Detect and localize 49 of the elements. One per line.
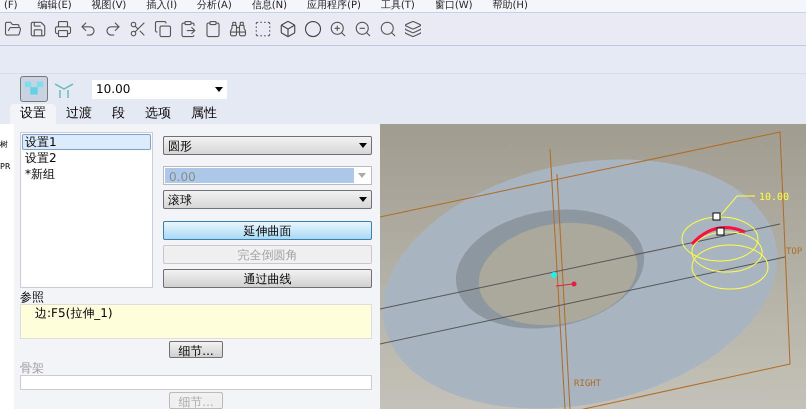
redo-icon[interactable] [104, 20, 122, 38]
printer-icon[interactable] [54, 20, 72, 38]
shape-dropdown[interactable]: 圆形 [163, 136, 372, 155]
menu-item[interactable]: 插入(I) [146, 0, 178, 12]
set-item[interactable]: 设置2 [22, 150, 151, 166]
fillet-set-icon[interactable] [20, 76, 48, 102]
menu-item[interactable]: 信息(N) [252, 0, 288, 12]
tab[interactable]: 过渡 [56, 104, 102, 124]
menu-item[interactable]: 帮助(H) [492, 0, 528, 12]
menu-item[interactable]: 视图(V) [92, 0, 126, 12]
radius-dropdown[interactable]: 10.00 [92, 80, 227, 98]
layers-icon[interactable] [404, 20, 422, 38]
plane-label: TOP [786, 247, 802, 257]
binoculars-icon[interactable] [229, 20, 247, 38]
skeleton-label: 骨架 [20, 361, 45, 375]
tab[interactable]: 属性 [181, 104, 227, 124]
save-icon[interactable] [29, 20, 47, 38]
zoom-fit-icon[interactable] [379, 20, 397, 38]
undo-icon[interactable] [79, 20, 97, 38]
sphere-icon[interactable] [304, 20, 322, 38]
clipboard-icon[interactable] [204, 20, 222, 38]
option-button[interactable]: 延伸曲面 [163, 221, 372, 240]
selection-box-icon[interactable] [254, 20, 272, 38]
references-label: 参照 [20, 290, 45, 304]
details-button[interactable]: 细节... [169, 341, 223, 358]
folder-open-icon[interactable] [4, 20, 22, 38]
tree-label: 树 [0, 140, 9, 150]
csys-icon [551, 272, 576, 286]
tab[interactable]: 设置 [10, 104, 56, 124]
set-item[interactable]: *新组 [22, 166, 151, 182]
tab[interactable]: 段 [102, 104, 135, 124]
paste-icon[interactable] [179, 20, 197, 38]
plane-label: RIGHT [574, 379, 602, 389]
menu-item[interactable]: 分析(A) [197, 0, 232, 12]
zoom-in-icon[interactable] [329, 20, 347, 38]
copy-icon[interactable] [154, 20, 172, 38]
menu-item[interactable]: 编辑(E) [38, 0, 72, 12]
set-item[interactable]: 设置1 [22, 134, 151, 150]
menu-item[interactable]: (F) [4, 0, 18, 12]
menu-item[interactable]: 工具(T) [380, 0, 415, 12]
zoom-out-icon[interactable] [354, 20, 372, 38]
cube-icon[interactable] [279, 20, 297, 38]
option-button[interactable]: 通过曲线 [163, 269, 372, 288]
tab[interactable]: 选项 [135, 104, 181, 124]
skeleton-field[interactable] [20, 375, 372, 390]
reference-item[interactable]: 边:F5(拉伸_1) [35, 306, 371, 320]
scissors-icon[interactable] [129, 20, 147, 38]
tree-label: PR [0, 162, 12, 172]
method-dropdown[interactable]: 滚球 [163, 190, 372, 209]
